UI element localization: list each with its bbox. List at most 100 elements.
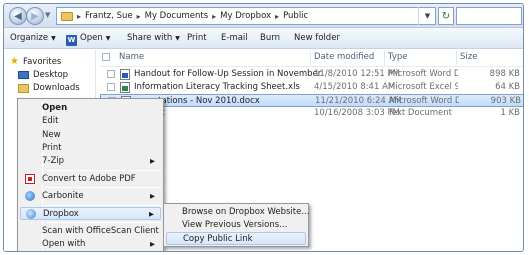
breadcrumb-item[interactable]: My Dropbox <box>220 11 271 21</box>
submenu-item-label: Browse on Dropbox Website... <box>182 207 310 217</box>
search-input[interactable] <box>456 7 522 25</box>
menu-item-7zip[interactable]: 7-Zip ▶ <box>20 155 161 168</box>
column-header-type[interactable]: Type <box>388 52 408 62</box>
column-divider[interactable] <box>456 51 457 65</box>
file-row[interactable]: Handout for Follow-Up Session in Novembe… <box>100 68 523 81</box>
breadcrumb-item[interactable]: My Documents <box>145 11 209 21</box>
menu-separator <box>45 222 161 223</box>
menu-item-label: 7-Zip <box>42 156 65 166</box>
file-size: 903 KB <box>490 96 521 106</box>
dropbox-submenu: Browse on Dropbox Website... View Previo… <box>163 203 309 247</box>
address-dropdown-icon[interactable]: ▼ <box>418 7 436 25</box>
menu-item-convert-to-pdf[interactable]: Convert to Adobe PDF <box>20 173 161 186</box>
file-size: 1 KB <box>500 108 520 118</box>
star-icon: ★ <box>10 56 19 67</box>
header-divider <box>100 66 523 67</box>
file-name: Information Literacy Tracking Sheet.xls <box>134 82 300 92</box>
share-with-button[interactable]: Share with ▼ <box>127 33 180 43</box>
submenu-item-view-previous-versions[interactable]: View Previous Versions... <box>166 219 306 232</box>
forward-arrow-icon: ▶ <box>31 10 39 22</box>
menu-item-new[interactable]: New <box>20 129 161 142</box>
nav-downloads-label: Downloads <box>33 83 80 93</box>
breadcrumb-item[interactable]: Public <box>283 11 308 21</box>
breadcrumb-separator[interactable]: ▸ <box>275 12 279 21</box>
organize-button[interactable]: Organize ▼ <box>10 33 56 43</box>
refresh-icon[interactable]: ↻ <box>438 7 454 25</box>
menu-item-label: Open with <box>42 239 86 249</box>
menu-item-carbonite[interactable]: Carbonite ▶ <box>20 190 161 203</box>
email-button[interactable]: E-mail <box>221 33 248 43</box>
file-date: 4/15/2010 8:41 AM <box>314 82 396 92</box>
open-button[interactable]: W Open ▼ <box>66 33 110 46</box>
menu-item-label: Print <box>42 143 62 153</box>
organize-label: Organize <box>10 33 49 43</box>
dropdown-arrow-icon: ▼ <box>105 35 111 42</box>
row-checkbox[interactable] <box>107 70 115 78</box>
menu-item-edit[interactable]: Edit <box>20 115 161 128</box>
burn-button[interactable]: Burn <box>260 33 280 43</box>
breadcrumb-separator[interactable]: ▸ <box>212 12 216 21</box>
column-header-size[interactable]: Size <box>460 52 477 62</box>
share-with-label: Share with <box>127 33 173 43</box>
column-header-date-modified[interactable]: Date modified <box>314 52 374 62</box>
carbonite-icon <box>25 191 35 201</box>
menu-item-scan-officescan[interactable]: Scan with OfficeScan Client <box>20 225 161 238</box>
breadcrumb-separator[interactable]: ▸ <box>137 12 141 21</box>
submenu-arrow-icon: ▶ <box>150 240 155 248</box>
file-size: 64 KB <box>495 82 520 92</box>
open-label: Open <box>80 33 103 43</box>
print-button[interactable]: Print <box>187 33 207 43</box>
submenu-arrow-icon: ▶ <box>150 157 155 165</box>
column-divider[interactable] <box>384 51 385 65</box>
menu-item-open[interactable]: Open <box>20 102 161 115</box>
file-type: Microsoft Word D... <box>388 69 458 79</box>
pdf-icon <box>25 174 35 184</box>
context-menu: Open Edit New Print 7-Zip ▶ Convert to A… <box>17 98 164 251</box>
address-bar[interactable]: ▸ Frantz, Sue ▸ My Documents ▸ My Dropbo… <box>56 7 436 25</box>
folder-icon <box>61 11 73 21</box>
explorer-window: ◀ ▶ ▼ ▸ Frantz, Sue ▸ My Documents ▸ My … <box>3 3 524 252</box>
submenu-arrow-icon: ▶ <box>149 210 154 218</box>
back-arrow-icon: ◀ <box>14 10 22 22</box>
recent-pages-dropdown-icon[interactable]: ▼ <box>45 11 50 19</box>
address-row: ◀ ▶ ▼ ▸ Frantz, Sue ▸ My Documents ▸ My … <box>4 4 523 28</box>
submenu-item-label: Copy Public Link <box>183 234 253 244</box>
checkbox[interactable] <box>102 53 110 61</box>
menu-separator <box>45 170 161 171</box>
file-row[interactable]: Information Literacy Tracking Sheet.xls … <box>100 81 523 94</box>
menu-item-label: Edit <box>42 116 59 126</box>
dropdown-arrow-icon: ▼ <box>175 35 180 42</box>
nav-downloads[interactable]: Downloads <box>18 83 80 93</box>
downloads-folder-icon <box>18 83 29 93</box>
excel-doc-icon <box>120 82 130 93</box>
command-bar: Organize ▼ W Open ▼ Share with ▼ Print E-mai… <box>4 28 523 49</box>
file-type: Microsoft Word D... <box>389 96 459 106</box>
dropbox-icon <box>26 209 36 219</box>
file-size: 898 KB <box>489 69 520 79</box>
nav-favorites[interactable]: ★ Favorites <box>10 56 61 67</box>
menu-item-label: Carbonite <box>42 191 84 201</box>
new-folder-button[interactable]: New folder <box>294 33 340 43</box>
menu-item-label: Scan with OfficeScan Client <box>42 226 159 236</box>
file-type: Microsoft Excel 97... <box>388 82 458 92</box>
nav-favorites-label: Favorites <box>22 56 62 67</box>
column-header-name[interactable]: Name <box>119 52 144 62</box>
menu-item-print[interactable]: Print <box>20 142 161 155</box>
row-checkbox[interactable] <box>107 83 115 91</box>
breadcrumb-separator: ▸ <box>77 11 82 21</box>
menu-item-label: Open <box>42 103 68 113</box>
menu-item-label: New <box>42 130 61 140</box>
submenu-item-browse-dropbox[interactable]: Browse on Dropbox Website... <box>166 206 310 219</box>
menu-item-dropbox[interactable]: Dropbox ▶ <box>20 207 161 220</box>
breadcrumb-item[interactable]: Frantz, Sue <box>85 11 133 21</box>
nav-desktop[interactable]: Desktop <box>18 70 68 80</box>
select-all-checkbox[interactable] <box>102 53 110 64</box>
file-name: Handout for Follow-Up Session in Novembe… <box>134 69 324 79</box>
forward-button[interactable]: ▶ <box>26 7 44 25</box>
menu-item-open-with[interactable]: Open with ▶ <box>20 238 161 251</box>
column-divider[interactable] <box>310 51 311 65</box>
submenu-item-copy-public-link[interactable]: Copy Public Link <box>166 232 306 245</box>
nav-desktop-label: Desktop <box>33 70 69 80</box>
back-button[interactable]: ◀ <box>9 7 27 25</box>
word-doc-icon <box>120 69 130 80</box>
